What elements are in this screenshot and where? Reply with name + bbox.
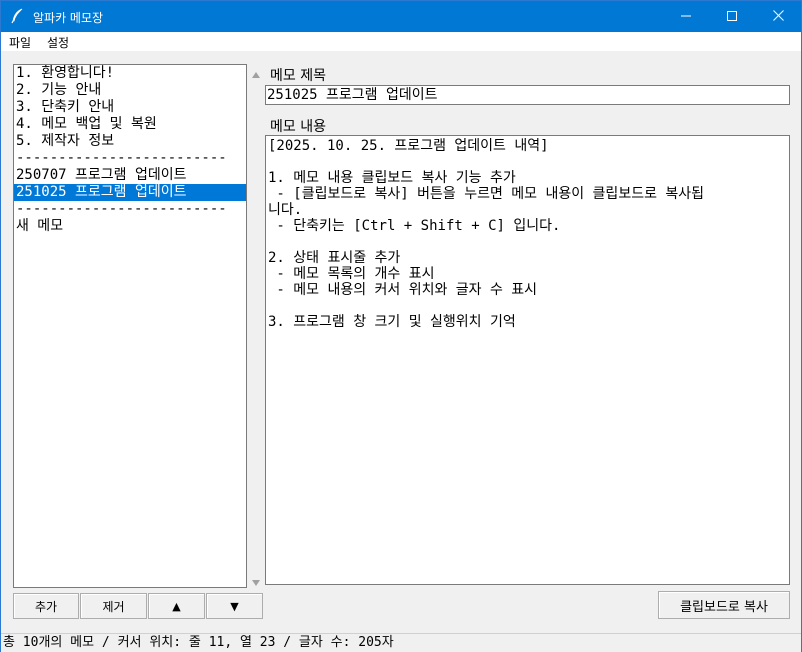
content-line: - 메모 목록의 개수 표시 xyxy=(268,266,435,282)
memo-title-input[interactable]: 251025 프로그램 업데이트 xyxy=(265,85,790,105)
memo-content-textarea[interactable]: [2025. 10. 25. 프로그램 업데이트 내역] 1. 메모 내용 클립보… xyxy=(265,135,790,585)
status-bar: 총 10개의 메모 / 커서 위치: 줄 11, 열 23 / 글자 수: 20… xyxy=(1,633,801,652)
content-line: [2025. 10. 25. 프로그램 업데이트 내역] xyxy=(268,138,549,154)
content-line: 2. 상태 표시줄 추가 xyxy=(268,250,401,266)
list-item[interactable]: 새 메모 xyxy=(14,218,246,235)
minimize-icon xyxy=(681,10,691,24)
list-item[interactable]: 1. 환영합니다! xyxy=(14,65,246,82)
list-item[interactable]: 5. 제작자 정보 xyxy=(14,133,246,150)
move-up-button[interactable]: ▲ xyxy=(148,593,205,619)
list-item[interactable]: ------------------------- xyxy=(14,201,246,218)
content-line: 1. 메모 내용 클립보드 복사 기능 추가 xyxy=(268,170,516,186)
close-button[interactable] xyxy=(755,1,801,32)
menu-settings[interactable]: 설정 xyxy=(47,34,69,51)
feather-pen-icon xyxy=(10,8,24,24)
list-item[interactable]: 3. 단축키 안내 xyxy=(14,99,246,116)
client-area: 1. 환영합니다! 2. 기능 안내 3. 단축키 안내 4. 메모 백업 및 복원 5… xyxy=(1,51,801,633)
content-line: 니다. xyxy=(268,202,303,218)
close-icon xyxy=(772,9,784,24)
copy-to-clipboard-button[interactable]: 클립보드로 복사 xyxy=(658,591,790,619)
list-item[interactable]: 251025 프로그램 업데이트 xyxy=(14,184,246,201)
list-item[interactable]: ------------------------- xyxy=(14,150,246,167)
maximize-icon xyxy=(727,10,737,24)
window-title: 알파카 메모장 xyxy=(33,11,104,25)
content-line: 3. 프로그램 창 크기 및 실행위치 기억 xyxy=(268,314,516,330)
memo-title-label: 메모 제목 xyxy=(270,68,326,84)
scroll-up-arrow-icon[interactable] xyxy=(252,68,260,78)
content-line xyxy=(268,298,787,314)
list-item[interactable]: 4. 메모 백업 및 복원 xyxy=(14,116,246,133)
memo-list[interactable]: 1. 환영합니다! 2. 기능 안내 3. 단축키 안내 4. 메모 백업 및 복원 5… xyxy=(13,64,247,588)
content-line xyxy=(268,154,787,170)
title-bar[interactable]: 알파카 메모장 xyxy=(1,1,801,32)
memo-content-label: 메모 내용 xyxy=(270,119,326,135)
arrow-down-icon: ▼ xyxy=(230,599,239,613)
arrow-up-icon: ▲ xyxy=(172,599,181,613)
list-item[interactable]: 2. 기능 안내 xyxy=(14,82,246,99)
maximize-button[interactable] xyxy=(709,1,755,32)
menu-bar: 파일 설정 xyxy=(1,32,801,51)
content-line xyxy=(268,234,787,250)
content-line: - 메모 내용의 커서 위치와 글자 수 표시 xyxy=(268,282,538,298)
scroll-down-arrow-icon[interactable] xyxy=(252,576,260,586)
app-window: 알파카 메모장 파일 설정 1. 환영합니다! 2. 기능 안내 3. 단축키 안내… xyxy=(0,0,802,652)
remove-button[interactable]: 제거 xyxy=(80,593,147,619)
memo-list-scrollbar[interactable] xyxy=(249,64,263,588)
menu-file[interactable]: 파일 xyxy=(9,34,31,51)
add-button[interactable]: 추가 xyxy=(13,593,79,619)
list-item[interactable]: 250707 프로그램 업데이트 xyxy=(14,167,246,184)
minimize-button[interactable] xyxy=(663,1,709,32)
content-line: - 단축키는 [Ctrl + Shift + C] 입니다. xyxy=(268,218,561,234)
move-down-button[interactable]: ▼ xyxy=(206,593,263,619)
content-line: - [클립보드로 복사] 버튼을 누르면 메모 내용이 클립보드로 복사됩 xyxy=(268,186,705,202)
